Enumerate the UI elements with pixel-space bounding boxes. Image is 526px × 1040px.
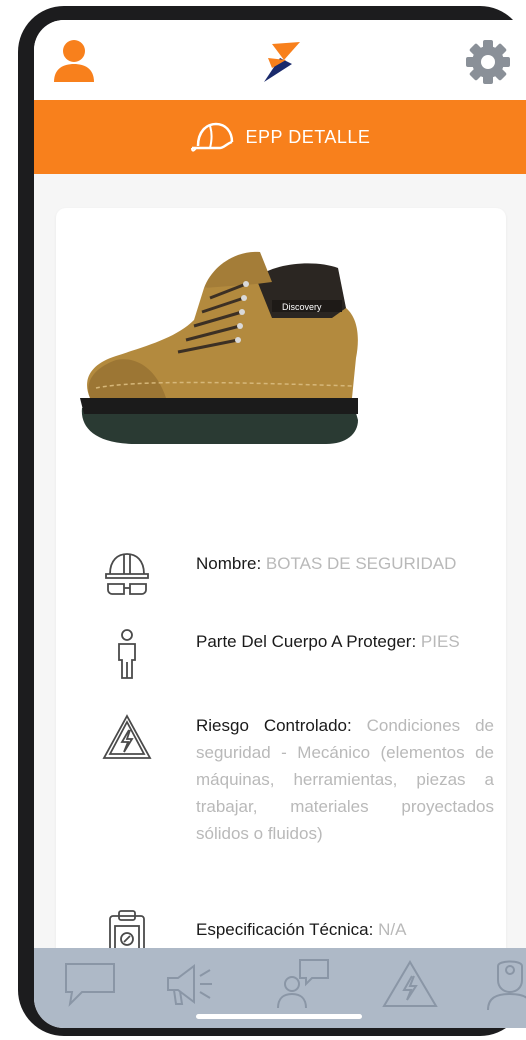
title-bar: EPP DETALLE [34,100,526,174]
doctor-icon[interactable] [482,958,526,1010]
home-indicator[interactable] [196,1014,362,1019]
top-bar [34,20,526,102]
parte-cuerpo-label: Parte Del Cuerpo A Proteger: [196,632,417,651]
riesgo-label: Riesgo Controlado: [196,716,352,735]
user-icon[interactable] [52,38,96,84]
app-screen: EPP DETALLE Discovery Nombre: BOTAS DE S… [34,20,526,1028]
parte-cuerpo-value: PIES [420,632,460,651]
megaphone-icon[interactable] [162,958,218,1010]
body-icon [102,628,152,680]
gear-icon[interactable] [464,38,512,86]
helmet-icon [190,120,236,154]
chat-icon[interactable] [62,958,118,1010]
brand-logo [250,38,310,86]
detail-row-parte-cuerpo: Parte Del Cuerpo A Proteger: PIES [74,628,494,688]
page-title: EPP DETALLE [245,126,371,147]
riesgo-value: Condiciones de seguridad - Mecánico (ele… [196,716,494,843]
detail-row-riesgo: Riesgo Controlado: Condiciones de seguri… [74,712,494,902]
especificacion-label: Especificación Técnica: [196,920,374,939]
safety-boot-image: Discovery [76,248,376,458]
hazard-warning-icon [102,712,152,764]
especificacion-value: N/A [378,920,407,939]
detail-row-nombre: Nombre: BOTAS DE SEGURIDAD [74,550,494,610]
nombre-label: Nombre: [196,554,262,573]
svg-text:Discovery: Discovery [282,302,322,312]
helmet-goggles-icon [102,550,152,602]
hazard-icon[interactable] [382,958,438,1010]
nombre-value: BOTAS DE SEGURIDAD [265,554,457,573]
detail-card: Discovery Nombre: BOTAS DE SEGURIDAD Par… [56,208,506,978]
person-message-icon[interactable] [274,958,330,1010]
